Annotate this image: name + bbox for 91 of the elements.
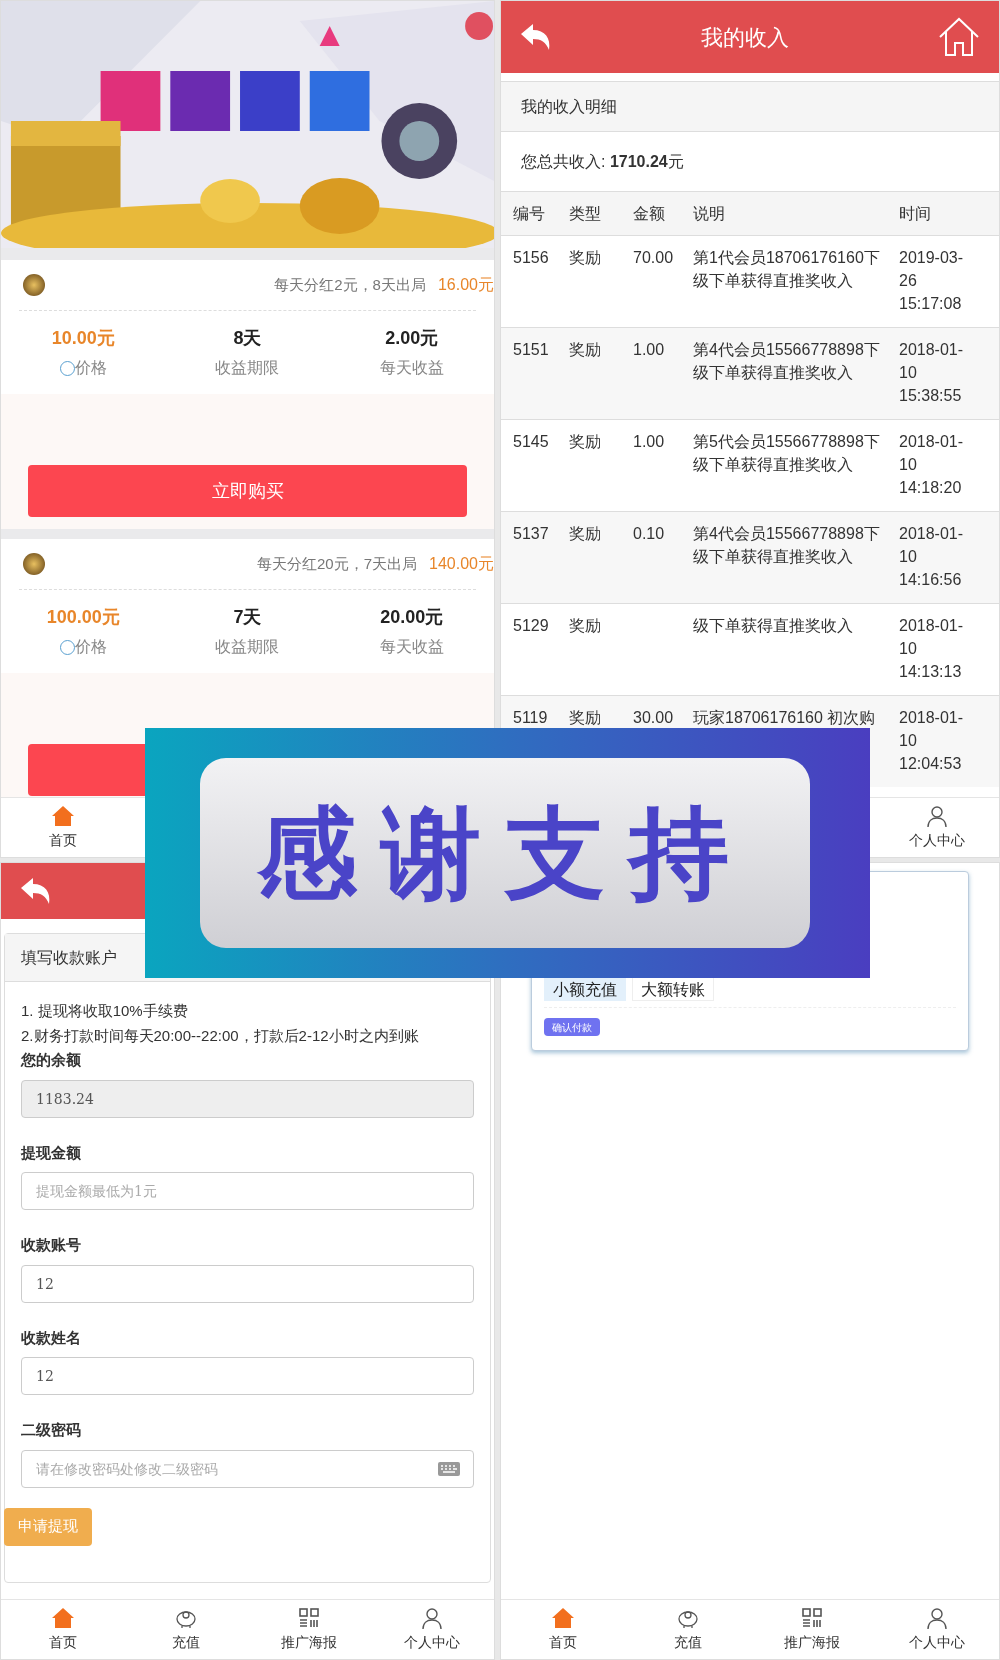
note-text: 2.财务打款时间每天20:00--22:00，打款后2-12小时之内到账 (21, 1026, 420, 1046)
recharge-tab[interactable]: 大额转账 (632, 977, 714, 1001)
input-field[interactable]: 提现金额最低为1元 (21, 1172, 474, 1210)
term-label: 收益期限 (215, 358, 280, 378)
tab-bar-item[interactable]: 推广海报 (750, 1600, 875, 1659)
input-field[interactable]: 12 (21, 1264, 474, 1303)
table-cell-text: 1.00 (633, 340, 666, 360)
qr-code-icon (297, 1606, 322, 1630)
tab-bar-item[interactable]: 推广海报 (247, 1600, 371, 1659)
product-total: 16.00元 (437, 275, 494, 295)
tab-bar-item[interactable]: 个人中心 (874, 798, 999, 857)
tab-bar-item[interactable]: 首页 (1, 798, 125, 857)
table-cell-text: 5151 (513, 340, 550, 360)
table-cell-text: 第5代会员15566778898下级下单获得直推奖收入 (693, 432, 881, 475)
qr-code-icon (800, 1606, 825, 1630)
input-field[interactable]: 12 (21, 1357, 474, 1395)
table-cell-text: 第4代会员15566778898下级下单获得直推奖收入 (693, 524, 881, 567)
coin-icon (23, 553, 45, 575)
table-cell-text: 2019-03-26 15:17:08 (899, 248, 965, 314)
table-cell-text: 5119 (513, 708, 549, 728)
table-cell-text: 玩家18706176160 初次购 (693, 708, 877, 728)
field-label: 收款账号 (21, 1235, 82, 1255)
daily-income-value: 2.00元 (385, 327, 439, 350)
user-icon (420, 1606, 445, 1630)
note-text: 1. 提现将收取10%手续费 (21, 1001, 189, 1021)
field-label: 二级密码 (21, 1420, 82, 1440)
daily-income-value: 20.00元 (380, 606, 444, 629)
daily-income-label: 每天收益 (379, 637, 444, 657)
table-cell-text: 奖励 (569, 432, 602, 452)
table-cell-text: 2018-01-10 14:13:13 (899, 616, 965, 682)
column-header: 金额 (633, 203, 666, 224)
field-label: 提现金额 (21, 1142, 82, 1163)
tab-bar-item[interactable]: 首页 (1, 1600, 125, 1659)
table-cell-text: 奖励 (569, 248, 602, 268)
table-cell-text: 奖励 (569, 708, 602, 728)
table-cell-text: 奖励 (569, 340, 602, 360)
table-cell-text: 5137 (513, 524, 550, 544)
home-icon (50, 1606, 75, 1630)
table-cell-text: 30.00 (633, 708, 675, 728)
page-title: 我的收入 (701, 23, 789, 52)
coin-icon (23, 274, 45, 296)
table-cell-text: 5129 (513, 616, 550, 636)
home-icon (50, 804, 75, 828)
tab-bar-item[interactable]: 首页 (501, 1600, 626, 1659)
tab-bar-item[interactable]: 个人中心 (874, 1600, 999, 1659)
section-title: 填写收款账户 (21, 947, 117, 968)
term-value: 8天 (233, 327, 262, 350)
confirm-payment-button[interactable]: 确认付款 (544, 1018, 600, 1036)
total-income: 您总共收入: 1710.24元 (521, 151, 684, 172)
price-label: 价格 (74, 358, 107, 378)
table-cell-text: 第4代会员15566778898下级下单获得直推奖收入 (693, 340, 881, 383)
input-field[interactable]: 请在修改密码处修改二级密码 (21, 1449, 474, 1488)
table-cell-text: 5145 (513, 432, 550, 452)
table-cell-text: 0.10 (633, 524, 666, 544)
user-icon (924, 804, 949, 828)
column-header: 类型 (569, 203, 602, 224)
table-cell-text: 2018-01-10 12:04:53 (899, 708, 965, 774)
daily-income-label: 每天收益 (379, 358, 444, 378)
user-icon (924, 1606, 949, 1630)
column-header: 说明 (693, 203, 726, 224)
table-cell-text: 70.00 (633, 248, 675, 268)
table-cell-text: 2018-01-10 15:38:55 (899, 340, 965, 406)
table-cell-text: 第1代会员18706176160下级下单获得直推奖收入 (693, 248, 881, 291)
table-cell-text: 5156 (513, 248, 550, 268)
tab-bar-item[interactable]: 充值 (124, 1600, 248, 1659)
table-cell-text: 2018-01-10 14:16:56 (899, 524, 965, 590)
overlay-text: 感谢支持 (257, 796, 753, 911)
field-label: 收款姓名 (21, 1327, 82, 1348)
product-total: 140.00元 (429, 554, 494, 574)
product-summary: 每天分红2元，8天出局 (274, 274, 426, 295)
table-cell-text: 奖励 (569, 524, 602, 544)
product-summary: 每天分红20元，7天出局 (257, 553, 418, 574)
product-price: 10.00元 (51, 327, 115, 350)
column-header: 时间 (899, 203, 932, 224)
tab-bar-item[interactable]: 充值 (625, 1600, 750, 1659)
table-cell-text: 奖励 (569, 616, 602, 636)
table-cell-text: 2018-01-10 14:18:20 (899, 432, 965, 498)
term-value: 7天 (233, 606, 262, 629)
section-title: 我的收入明细 (521, 96, 617, 117)
input-field[interactable]: 1183.24 (21, 1079, 474, 1118)
table-cell-text: 1.00 (633, 432, 666, 452)
recharge-tab[interactable]: 小额充值 (544, 977, 626, 1001)
term-label: 收益期限 (215, 637, 280, 657)
product-price: 100.00元 (46, 606, 120, 629)
table-cell-text: 级下单获得直推奖收入 (693, 616, 854, 636)
column-header: 编号 (513, 203, 546, 224)
field-label: 您的余额 (21, 1050, 82, 1070)
home-icon[interactable] (937, 15, 981, 59)
price-label: 价格 (74, 637, 107, 657)
tab-bar-item[interactable]: 个人中心 (370, 1600, 494, 1659)
home-icon (551, 1606, 576, 1630)
